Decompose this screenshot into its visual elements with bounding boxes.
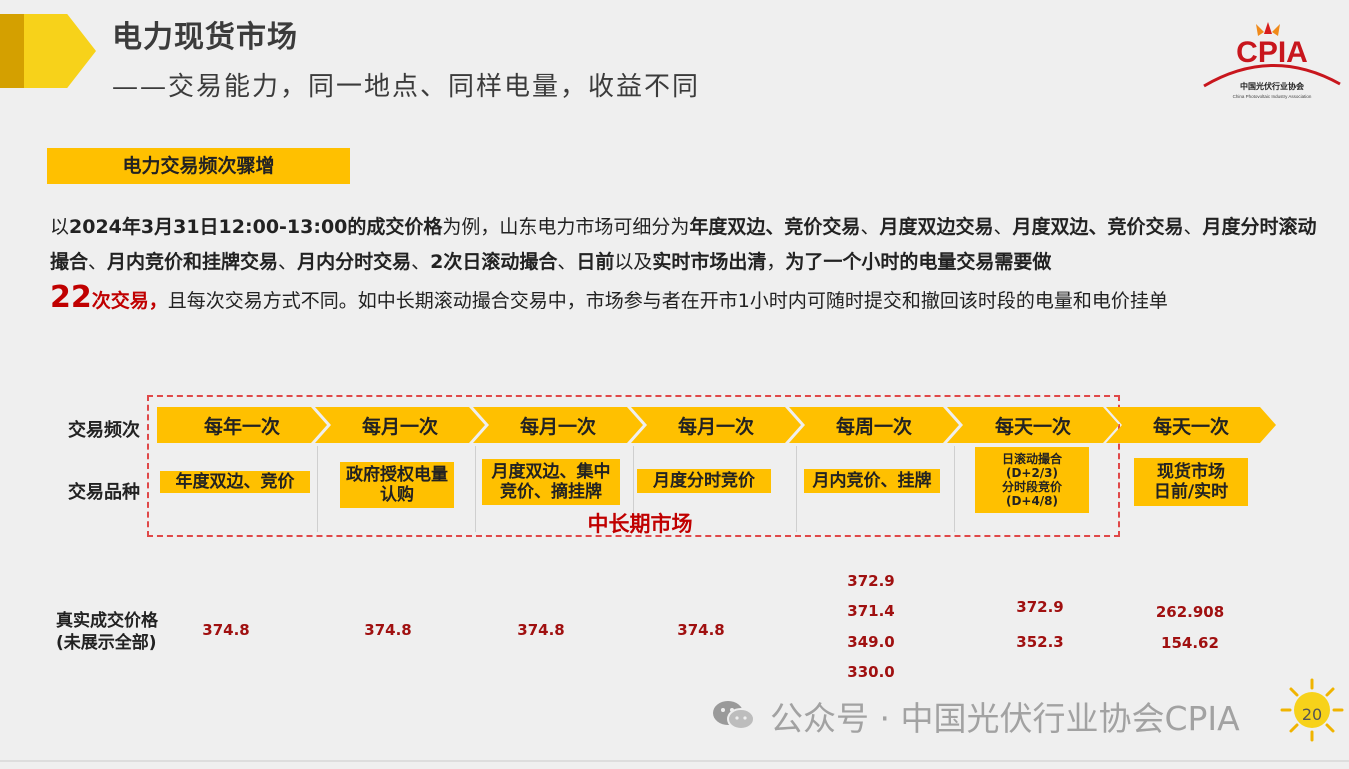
type-line: (D+2/3) [1005,465,1059,480]
para-bold: 2024年3月31日12:00-13:00的成交价格 [69,216,443,238]
logo-en-text: China Photovoltaic Industry Association [1233,94,1312,99]
price-row-label: 真实成交价格 (未展示全部) [56,610,158,654]
freq-chevron-1: 每年一次 [157,407,327,443]
para-text: 、 [411,251,431,273]
type-annual: 年度双边、竞价 [160,471,310,493]
intro-paragraph: 以2024年3月31日12:00-13:00的成交价格为例，山东电力市场可细分为… [50,210,1330,319]
type-spot-market: 现货市场 日前/实时 [1134,458,1248,506]
column-divider [796,446,797,532]
price-weekly-4: 330.0 [847,663,895,681]
type-line: 竞价、摘挂牌 [500,482,602,502]
price-daily-1: 372.9 [1016,598,1064,616]
column-divider [317,446,318,532]
para-bold: 为了一个小时的电量交易需要做 [785,251,1052,273]
row-label-frequency: 交易频次 [68,420,140,441]
type-line: (D+4/8) [1005,494,1059,509]
para-text: 、 [993,216,1013,238]
para-text: 、 [557,251,577,273]
type-line: 日滚动撮合 [1001,451,1062,466]
logo-cn-text: 中国光伏行业协会 [1240,81,1304,91]
para-bold: 年度双边、竞价交易 [689,216,861,238]
price-daily-2: 352.3 [1016,633,1064,651]
price-spot-2: 154.62 [1161,634,1219,652]
section-tag: 电力交易频次骤增 [47,148,350,184]
para-bold: 日前 [576,251,615,273]
type-line: 分时段竞价 [1001,480,1062,494]
para-text: 、 [860,216,880,238]
para-text: 以 [50,216,70,238]
freq-chevron-4: 每月一次 [631,407,801,443]
trade-count: 22 [50,280,92,315]
price-monthly: 374.8 [517,621,565,639]
price-weekly-2: 371.4 [847,602,895,620]
type-monthly-bilateral: 月度双边、集中 竞价、摘挂牌 [482,459,620,505]
type-line: 现货市场 [1157,461,1225,482]
para-text: 为例，山东电力市场可细分为 [442,216,690,238]
para-bold: 实时市场出清 [652,251,767,273]
para-text: 、 [1183,216,1203,238]
price-weekly-3: 349.0 [847,633,895,651]
para-text: 、 [88,251,108,273]
mid-long-term-label: 中长期市场 [587,512,693,536]
freq-chevron-2: 每月一次 [315,407,485,443]
row-label-type: 交易品种 [68,482,140,503]
para-text: 以及 [614,251,653,273]
type-gov-authorized: 政府授权电量 认购 [340,462,454,508]
sun-rays-icon [1256,22,1280,36]
para-text: 且每次交易方式不同。如中长期滚动撮合交易中，市场参与者在开市1小时内可随时提交和… [167,290,1168,312]
price-spot-1: 262.908 [1155,603,1225,621]
page-number: 20 [1301,705,1323,724]
watermark-text: 公众号 · 中国光伏行业协会CPIA [770,699,1240,738]
page-title: 电力现货市场 [112,20,298,55]
price-label-line: 真实成交价格 [56,611,158,631]
type-monthly-time-sharing: 月度分时竞价 [637,469,771,493]
para-bold: 2次日滚动撮合 [430,251,558,273]
header-accent-chevron [24,14,96,88]
para-bold: 月度双边、竞价交易 [1012,216,1184,238]
price-monthly-ts: 374.8 [677,621,725,639]
column-divider [475,446,476,532]
header-accent-bar [0,14,24,88]
trade-count-unit: 次交易， [91,290,168,312]
price-gov: 374.8 [364,621,412,639]
para-bold: 月度双边交易 [879,216,994,238]
type-line: 政府授权电量 [346,464,448,485]
freq-chevron-5: 每周一次 [789,407,959,443]
bottom-divider [0,760,1349,762]
freq-chevron-7: 每天一次 [1106,407,1276,443]
price-label-line: (未展示全部) [56,633,157,653]
page-subtitle: ——交易能力，同一地点、同样电量，收益不同 [112,72,701,102]
price-weekly-1: 372.9 [847,572,895,590]
type-line: 月度双边、集中 [491,461,611,482]
para-text: 、 [278,251,298,273]
type-line: 认购 [380,485,414,505]
para-text: ， [766,251,786,273]
price-annual: 374.8 [202,621,250,639]
type-intra-month: 月内竞价、挂牌 [804,469,940,493]
freq-chevron-6: 每天一次 [947,407,1119,443]
column-divider [954,446,955,532]
wechat-icon [713,701,755,730]
cpia-logo: CPIA 中国光伏行业协会 China Photovoltaic Industr… [1203,22,1341,99]
freq-chevron-3: 每月一次 [473,407,643,443]
type-line: 日前/实时 [1153,482,1229,502]
para-bold: 月内分时交易 [297,251,412,273]
type-daily-rolling: 日滚动撮合 (D+2/3) 分时段竞价 (D+4/8) [975,447,1089,513]
para-bold: 月内竞价和挂牌交易 [107,251,279,273]
